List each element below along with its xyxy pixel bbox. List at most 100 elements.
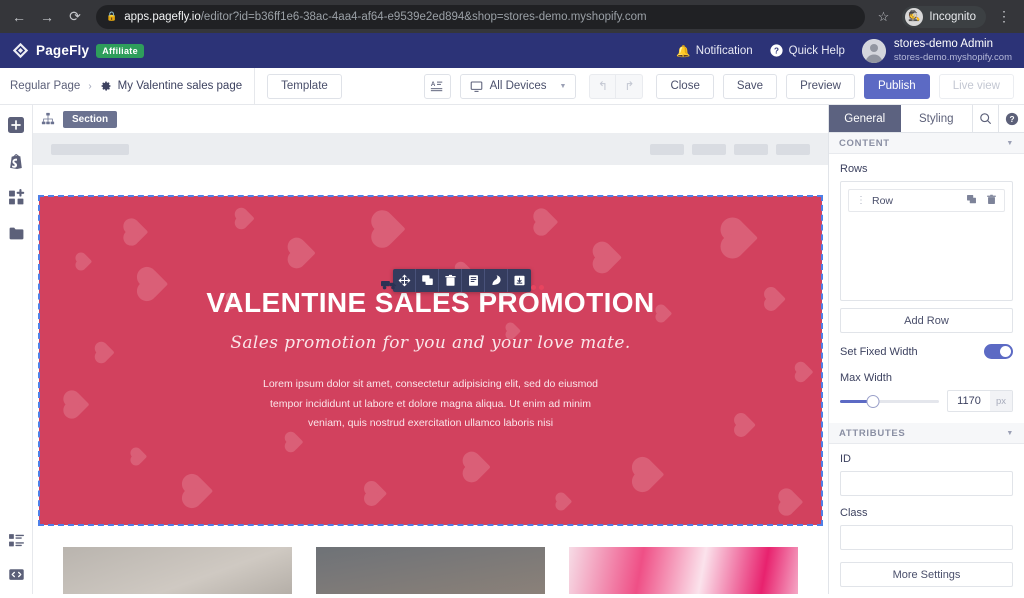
duplicate-icon[interactable] <box>416 269 439 292</box>
pagefly-diamond-icon <box>12 42 29 59</box>
hero-title[interactable]: VALENTINE SALES PROMOTION <box>39 287 822 319</box>
device-selector[interactable]: All Devices ▼ <box>459 73 577 99</box>
typography-icon[interactable]: A <box>423 73 451 99</box>
attributes-section-header[interactable]: ATTRIBUTES ▼ <box>829 423 1024 444</box>
trash-delete-icon[interactable] <box>986 192 997 210</box>
app-header: PageFly Affiliate 🔔 Notification ? Quick… <box>0 33 1024 68</box>
duplicate-icon[interactable] <box>966 192 977 210</box>
drag-handle-icon[interactable] <box>381 277 397 295</box>
help-circle-icon: ? <box>770 44 783 57</box>
attributes-section-label: ATTRIBUTES <box>839 427 906 439</box>
max-width-value: 1170 <box>957 395 981 407</box>
paste-icon[interactable] <box>485 269 508 292</box>
chevron-down-icon: ▼ <box>1006 429 1014 437</box>
drag-grip-icon[interactable]: ⋮ <box>856 195 866 206</box>
copy-icon[interactable] <box>462 269 485 292</box>
tab-styling[interactable]: Styling <box>900 105 972 132</box>
resize-handle[interactable] <box>539 285 544 290</box>
star-icon[interactable]: ☆ <box>871 9 897 25</box>
add-row-button[interactable]: Add Row <box>840 308 1013 333</box>
skeleton-nav-item <box>734 144 768 155</box>
resize-handle[interactable] <box>531 285 536 290</box>
user-info: stores-demo Admin stores-demo.myshopify.… <box>894 37 1012 63</box>
set-fixed-width-label: Set Fixed Width <box>840 345 918 358</box>
close-button[interactable]: Close <box>656 73 714 99</box>
search-icon[interactable] <box>972 105 998 132</box>
live-view-button: Live view <box>938 73 1014 99</box>
undo-icon[interactable]: ↰ <box>589 73 617 99</box>
publish-button[interactable]: Publish <box>863 73 930 99</box>
page-title: My Valentine sales page <box>117 80 243 92</box>
set-fixed-width-row: Set Fixed Width <box>829 333 1024 359</box>
breadcrumb-page[interactable]: My Valentine sales page <box>100 80 242 92</box>
user-menu[interactable]: stores-demo Admin stores-demo.myshopify.… <box>861 37 1012 63</box>
hero-subtitle[interactable]: Sales promotion for you and your love ma… <box>39 333 822 353</box>
row-list-item[interactable]: ⋮ Row <box>848 189 1005 212</box>
trash-delete-icon[interactable] <box>439 269 462 292</box>
quick-help-button[interactable]: ? Quick Help <box>770 44 845 57</box>
incognito-indicator[interactable]: 🕵 Incognito <box>902 5 986 28</box>
notification-button[interactable]: 🔔 Notification <box>676 44 753 58</box>
hero-section[interactable]: VALENTINE SALES PROMOTION Sales promotio… <box>38 195 823 526</box>
rows-group: Rows ⋮ Row Add Row <box>829 154 1024 333</box>
save-button[interactable]: Save <box>722 73 778 99</box>
product-image-1[interactable] <box>63 547 292 594</box>
preview-button[interactable]: Preview <box>786 73 855 99</box>
help-circle-icon[interactable]: ? <box>998 105 1024 132</box>
left-toolbar <box>0 105 33 594</box>
content-section-header[interactable]: CONTENT ▼ <box>829 133 1024 154</box>
kebab-menu-icon[interactable]: ⋮ <box>992 8 1016 25</box>
address-bar[interactable]: 🔒 apps.pagefly.io/editor?id=b36ff1e6-38a… <box>96 4 865 29</box>
skeleton-nav-item <box>692 144 726 155</box>
mock-store-header <box>33 134 828 165</box>
max-width-label: Max Width <box>840 372 892 384</box>
forward-icon[interactable]: → <box>36 6 58 28</box>
product-image-2[interactable] <box>316 547 545 594</box>
editor-body: Section VALENTINE SALES PROMOTION Sales … <box>0 105 1024 594</box>
class-input[interactable] <box>840 525 1013 550</box>
user-shop: stores-demo.myshopify.com <box>893 51 1012 63</box>
brand-logo[interactable]: PageFly Affiliate <box>12 42 144 59</box>
back-icon[interactable]: ← <box>8 6 30 28</box>
skeleton-nav-item <box>650 144 684 155</box>
section-badge[interactable]: Section <box>63 110 118 128</box>
max-width-field[interactable]: 1170 px <box>947 390 1013 412</box>
redo-icon[interactable]: ↱ <box>616 73 644 99</box>
elements-grid-icon[interactable] <box>6 187 26 207</box>
id-input[interactable] <box>840 471 1013 496</box>
editor-toolbar: Regular Page › My Valentine sales page T… <box>0 67 1024 105</box>
more-settings-button[interactable]: More Settings <box>840 562 1013 587</box>
max-width-unit: px <box>990 391 1012 411</box>
max-width-slider[interactable] <box>840 394 939 408</box>
set-fixed-width-toggle[interactable] <box>984 344 1013 359</box>
bell-icon: 🔔 <box>676 45 691 58</box>
tab-general[interactable]: General <box>829 105 901 132</box>
hierarchy-tree-icon <box>41 112 55 126</box>
reload-icon[interactable]: ⟳ <box>64 6 86 28</box>
shopify-bag-icon[interactable] <box>6 151 26 171</box>
template-button[interactable]: Template <box>267 73 342 99</box>
skeleton-nav <box>642 144 810 155</box>
row-label: Row <box>872 194 894 207</box>
folder-library-icon[interactable] <box>6 223 26 243</box>
max-width-slider-row: 1170 px <box>829 390 1024 412</box>
header-actions: 🔔 Notification ? Quick Help stores-demo … <box>676 37 1012 63</box>
avatar <box>861 38 886 63</box>
hero-content: VALENTINE SALES PROMOTION Sales promotio… <box>39 287 822 433</box>
url-text: apps.pagefly.io/editor?id=b36ff1e6-38ac-… <box>124 11 646 23</box>
slider-handle[interactable] <box>866 394 880 408</box>
element-float-toolbar <box>393 269 531 292</box>
chevron-down-icon: ▼ <box>559 82 567 90</box>
toolbar-divider <box>254 67 256 105</box>
canvas-breadcrumb-bar: Section <box>33 105 828 134</box>
layers-list-icon[interactable] <box>6 530 26 550</box>
affiliate-badge[interactable]: Affiliate <box>96 43 144 58</box>
save-library-icon[interactable] <box>508 269 531 292</box>
brand-name: PageFly <box>36 43 90 58</box>
product-image-3[interactable] <box>569 547 798 594</box>
code-editor-icon[interactable] <box>6 564 26 584</box>
breadcrumb-root[interactable]: Regular Page <box>10 80 80 92</box>
user-name: stores-demo Admin <box>893 38 993 51</box>
plus-add-element-icon[interactable] <box>6 115 26 135</box>
hero-body-text[interactable]: Lorem ipsum dolor sit amet, consectetur … <box>251 375 611 433</box>
